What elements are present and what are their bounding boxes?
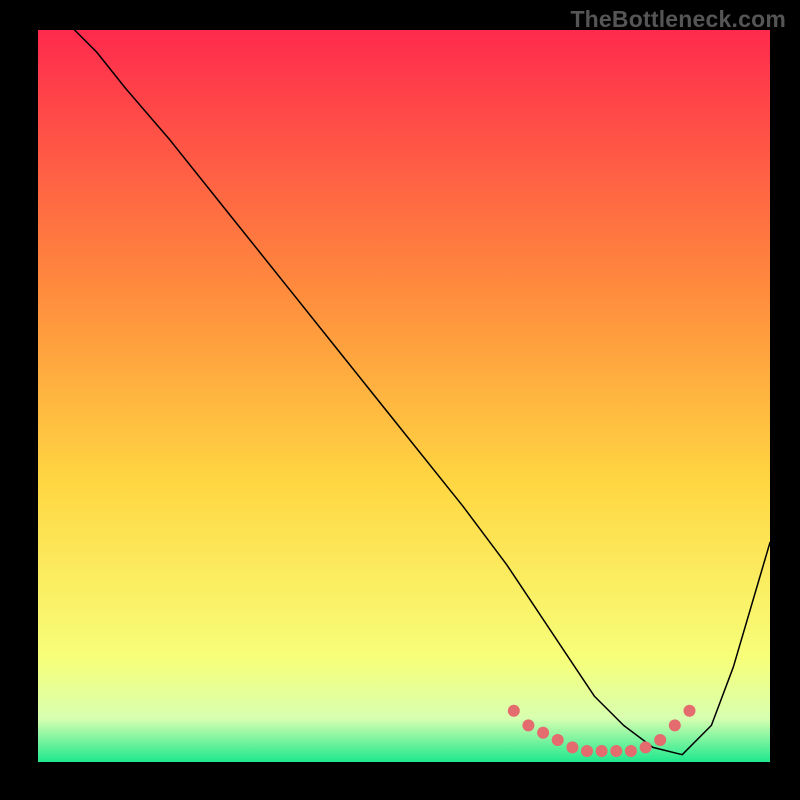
chart-svg	[0, 0, 800, 800]
dot-marker	[581, 745, 593, 757]
dot-marker	[625, 745, 637, 757]
dot-marker	[654, 734, 666, 746]
dot-marker	[596, 745, 608, 757]
dot-marker	[537, 727, 549, 739]
dot-marker	[522, 719, 534, 731]
dot-marker	[566, 741, 578, 753]
dot-marker	[669, 719, 681, 731]
dot-marker	[610, 745, 622, 757]
dot-marker	[508, 705, 520, 717]
dot-marker	[552, 734, 564, 746]
dot-marker	[684, 705, 696, 717]
watermark-text: TheBottleneck.com	[570, 6, 786, 33]
plot-background	[38, 30, 770, 762]
chart-container: TheBottleneck.com	[0, 0, 800, 800]
dot-marker	[640, 741, 652, 753]
